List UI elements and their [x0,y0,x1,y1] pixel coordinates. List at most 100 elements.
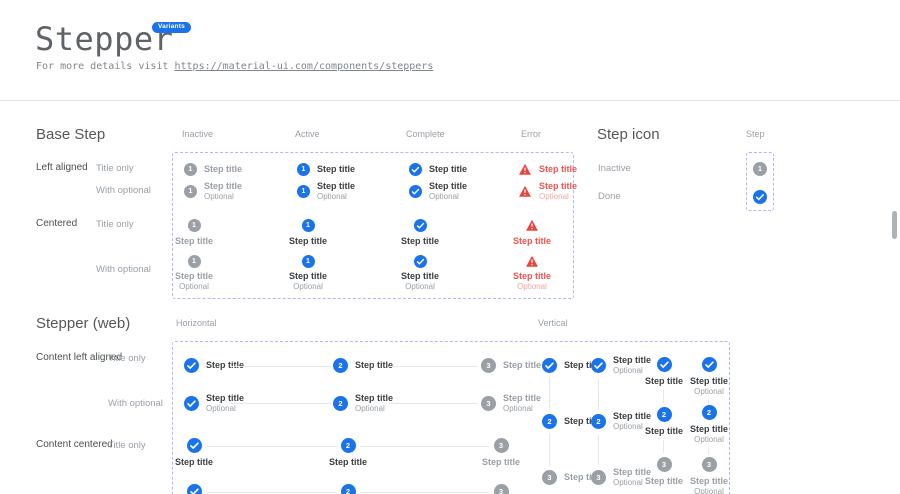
step-title: Step title [401,236,439,247]
step-title: Step title [355,360,393,371]
step-number-icon: 1 [302,219,315,232]
step-title: Step title [503,360,541,371]
step: Step title [409,163,467,176]
subtitle: For more details visit https://material-… [36,61,433,72]
subtitle-text: For more details visit [36,61,174,72]
column-header-inactive: Inactive [182,129,213,139]
step: 1 Step title Optional [268,255,348,292]
step-connector [663,390,664,403]
step: 1 Step title Optional [297,181,355,202]
step-number-icon: 3 [481,396,496,411]
step-title: Step title [317,164,355,175]
step-number-icon: 1 [188,219,201,232]
step-optional-label: Optional [690,487,728,494]
row-label-centered: Centered [36,218,77,229]
step: Step title Optional [518,181,577,202]
state-label-inactive: Inactive [598,163,631,174]
stepper-spec-page: Stepper Variants For more details visit … [0,0,900,494]
step-title: Step title [690,424,728,435]
step-connector [549,433,550,466]
step-title: Step title [690,476,728,487]
step-title: Step title [539,164,577,175]
step: Step title Optional [409,181,467,202]
step: 1 Step title [297,163,355,176]
section-heading-stepper-web: Stepper (web) [36,315,130,332]
step-title: Step title [690,376,728,387]
step-optional-label: Optional [317,192,355,202]
step-title: Step title [289,271,327,282]
step-connector [663,440,664,453]
step: 2 Step title [333,358,393,373]
step-optional-label: Optional [206,404,244,414]
variant-label-title-only: Title only [108,353,146,364]
step-number-icon: 3 [494,438,509,453]
step-number-icon: 1 [297,185,310,198]
stepper-web-specimen-box: Step title 2 Step title 3 Step title Ste… [172,341,730,494]
step-title: Step title [175,236,213,247]
step-number-icon: 3 [481,358,496,373]
scrollbar-thumb[interactable] [892,211,897,239]
step-number-icon: 2 [333,358,348,373]
step: 1 Step title [268,219,348,247]
step-optional-label: Optional [401,282,439,292]
step-number-icon: 2 [591,414,606,429]
step-connector [549,377,550,410]
step-title: Step title [204,181,242,192]
step-number-icon: 1 [184,163,197,176]
column-header-step: Step [746,129,765,139]
step-number-icon: 3 [542,470,557,485]
step: 3 Step title [461,438,541,468]
step-connector [231,366,331,367]
base-step-specimen-box: 1 Step title 1 Step title Step title Ste… [172,152,574,299]
docs-link[interactable]: https://material-ui.com/components/stepp… [174,61,433,72]
step-title: Step title [401,271,439,282]
completed-step-icon [184,358,199,373]
step-title: Step title [513,271,551,282]
step-title: Step title [175,457,213,468]
section-heading-base-step: Base Step [36,126,105,143]
variant-label-with-optional: With optional [108,398,163,409]
step-optional-label: Optional [175,282,213,292]
step-number-icon: 1 [188,255,201,268]
step-title: Step title [482,457,520,468]
step-optional-label: Optional [690,435,728,445]
step-title: Step title [429,181,467,192]
step: 1 Step title [154,219,234,247]
step-title: Step title [355,393,393,404]
step: 3 Step title [461,484,541,494]
error-step-icon [518,163,532,176]
step-number-icon: 3 [494,484,509,494]
step-optional-label: Optional [690,387,728,397]
variant-label-title-only: Title only [108,440,146,451]
variant-label-with-optional: With optional [96,185,151,196]
step: 2 Step title [308,438,388,468]
step: 3 Step title [481,358,541,373]
error-step-icon [525,219,539,232]
completed-step-icon [409,163,422,176]
step-title: Step title [289,236,327,247]
step-number-icon: 2 [542,414,557,429]
variants-badge: Variants [152,22,191,33]
completed-step-icon [414,219,427,232]
step-connector [598,379,599,409]
step-title: Step title [329,457,367,468]
step-title: Step title [317,181,355,192]
step-number-icon: 3 [702,457,717,472]
column-header-vertical: Vertical [538,318,568,328]
step-number-icon: 2 [341,484,356,494]
completed-step-icon [187,484,202,494]
section-heading-step-icon: Step icon [597,126,660,143]
step-title: Step title [175,271,213,282]
completed-step-icon [187,438,202,453]
step: Step title Optional [492,255,572,292]
step-number-icon: 1 [297,163,310,176]
step-connector [708,399,709,404]
divider [0,100,900,101]
completed-step-icon [414,255,427,268]
step: Step title Optional [669,357,749,397]
error-step-icon [518,185,532,198]
completed-step-icon [184,396,199,411]
error-step-icon [525,255,539,268]
step-optional-label: Optional [539,192,577,202]
step: 1 Step title [184,163,242,176]
